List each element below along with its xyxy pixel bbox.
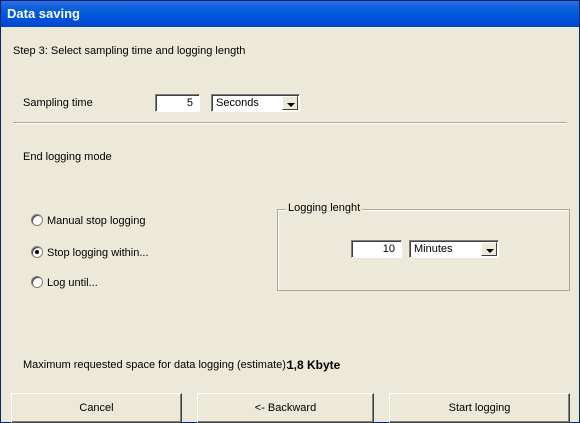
logging-length-unit-value: Minutes: [414, 243, 453, 255]
end-logging-mode-label: End logging mode: [23, 151, 112, 163]
sampling-time-input[interactable]: 5: [155, 94, 200, 112]
cancel-button[interactable]: Cancel: [11, 393, 182, 423]
chevron-down-icon: [287, 103, 295, 107]
logging-length-unit-select[interactable]: Minutes: [409, 240, 499, 258]
radio-stop-within[interactable]: [31, 246, 43, 258]
chevron-down-icon: [486, 249, 494, 253]
sampling-time-label: Sampling time: [23, 97, 93, 109]
backward-button[interactable]: <- Backward: [197, 393, 374, 423]
radio-manual-stop-label[interactable]: Manual stop logging: [47, 215, 145, 227]
radio-selected-dot: [35, 250, 39, 254]
logging-length-unit-dropdown-button[interactable]: [481, 242, 497, 256]
data-saving-window: Data saving Step 3: Select sampling time…: [0, 0, 580, 423]
sampling-unit-select[interactable]: Seconds: [211, 94, 300, 112]
logging-length-input[interactable]: 10: [351, 240, 402, 258]
estimate-value: 1,8 Kbyte: [287, 358, 341, 372]
step-label: Step 3: Select sampling time and logging…: [13, 45, 246, 57]
sampling-unit-value: Seconds: [216, 97, 259, 109]
radio-log-until-label[interactable]: Log until...: [47, 277, 98, 289]
sampling-unit-dropdown-button[interactable]: [282, 96, 298, 110]
logging-length-group-label: Logging lenght: [286, 202, 363, 214]
estimate-label: Maximum requested space for data logging…: [23, 359, 289, 371]
radio-manual-stop[interactable]: [31, 214, 43, 226]
radio-log-until[interactable]: [31, 276, 43, 288]
separator: [13, 122, 567, 124]
start-logging-button[interactable]: Start logging: [389, 393, 570, 423]
window-title: Data saving: [1, 1, 579, 27]
radio-stop-within-label[interactable]: Stop logging within...: [47, 247, 149, 259]
